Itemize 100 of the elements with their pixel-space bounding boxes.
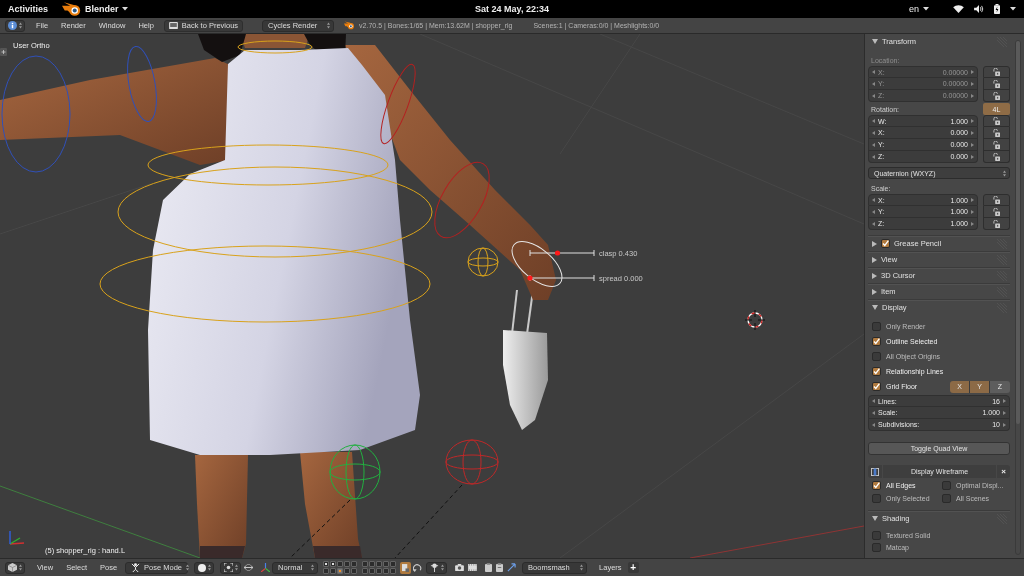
layer-toggle[interactable] (323, 568, 330, 574)
right-arrow-icon[interactable] (1003, 410, 1006, 415)
app-menu-button[interactable]: Blender (62, 1, 128, 17)
right-arrow-icon[interactable] (971, 119, 974, 123)
input-source-menu[interactable]: en (909, 4, 929, 14)
checkbox[interactable] (872, 367, 881, 376)
wifi-icon[interactable] (953, 5, 964, 13)
layer-toggle[interactable] (369, 561, 376, 567)
layer-toggle[interactable] (383, 561, 390, 567)
slider-track[interactable] (527, 274, 595, 282)
left-arrow-icon[interactable] (872, 119, 875, 123)
layer-toggle[interactable] (383, 568, 390, 574)
lock-button[interactable] (983, 115, 1010, 127)
left-arrow-icon[interactable] (872, 410, 875, 415)
right-arrow-icon[interactable] (1003, 399, 1006, 403)
right-arrow-icon[interactable] (971, 70, 974, 74)
checkbox[interactable] (872, 481, 881, 490)
lock-button[interactable] (983, 194, 1010, 206)
slider-track[interactable] (529, 249, 595, 257)
layer-toggle[interactable] (390, 561, 397, 567)
volume-icon[interactable] (974, 5, 984, 13)
paste-flipped-pose-button[interactable] (505, 561, 519, 574)
layer-toggle[interactable] (344, 568, 351, 574)
layer-toggle[interactable] (344, 561, 351, 567)
checkbox[interactable] (872, 382, 881, 391)
lock-button[interactable] (983, 151, 1010, 163)
editor-type-button[interactable] (5, 19, 25, 32)
lock-button[interactable] (983, 139, 1010, 151)
right-arrow-icon[interactable] (971, 93, 974, 98)
transform-axes-button[interactable] (259, 561, 273, 574)
manipulator-button[interactable] (242, 561, 256, 574)
lock-button[interactable] (983, 218, 1010, 230)
layer-toggle[interactable] (376, 561, 383, 567)
checkbox[interactable] (872, 530, 881, 540)
left-arrow-icon[interactable] (872, 130, 875, 135)
paste-pose-button[interactable] (494, 561, 506, 574)
right-arrow-icon[interactable] (971, 154, 974, 159)
right-arrow-icon[interactable] (971, 142, 974, 147)
checkbox[interactable] (872, 494, 881, 503)
layer-toggle[interactable] (351, 561, 358, 567)
render-image-button[interactable] (453, 561, 467, 574)
left-arrow-icon[interactable] (872, 154, 875, 159)
double-arrow-icon (244, 564, 254, 571)
layer-toggle[interactable] (330, 568, 337, 574)
right-arrow-icon[interactable] (971, 198, 974, 202)
editor-type-button[interactable] (5, 561, 25, 574)
checkbox[interactable] (881, 239, 890, 248)
left-arrow-icon[interactable] (872, 93, 875, 98)
activities-button[interactable]: Activities (8, 4, 49, 14)
layer-toggle[interactable] (362, 568, 369, 574)
render-animation-button[interactable] (466, 561, 480, 574)
layer-toggle[interactable] (337, 568, 344, 574)
right-arrow-icon[interactable] (971, 209, 974, 214)
checkbox[interactable] (942, 481, 951, 490)
wireframe-toggle-button[interactable] (868, 465, 882, 478)
left-arrow-icon[interactable] (872, 142, 875, 147)
right-arrow-icon[interactable] (971, 221, 974, 226)
clock[interactable]: Sat 24 May, 22:34 (475, 4, 549, 14)
checkbox[interactable] (872, 337, 881, 346)
left-arrow-icon[interactable] (872, 81, 875, 86)
checkbox[interactable] (872, 352, 881, 361)
lock-button[interactable] (983, 78, 1010, 90)
checkbox[interactable] (942, 494, 951, 503)
battery-icon[interactable] (994, 4, 1000, 14)
layer-toggle[interactable] (390, 568, 397, 574)
right-arrow-icon[interactable] (971, 81, 974, 86)
pivot-dropdown[interactable] (220, 561, 242, 574)
caret-down-icon[interactable] (1010, 7, 1016, 11)
left-arrow-icon[interactable] (872, 209, 875, 214)
left-arrow-icon[interactable] (872, 198, 875, 202)
layer-toggle[interactable] (330, 561, 337, 567)
plus-tab-icon[interactable] (0, 48, 7, 56)
lock-button[interactable] (983, 127, 1010, 139)
left-arrow-icon[interactable] (872, 70, 875, 74)
lock-button[interactable] (983, 66, 1010, 78)
add-layer-button[interactable]: + (627, 562, 639, 573)
layer-lock-button[interactable] (400, 561, 412, 574)
right-arrow-icon[interactable] (1003, 422, 1006, 427)
remove-button[interactable]: × (997, 465, 1010, 478)
checkbox[interactable] (872, 322, 881, 331)
lock-button[interactable] (983, 90, 1010, 102)
layer-toggle[interactable] (337, 561, 344, 567)
up-down-arrows-icon (580, 564, 584, 571)
left-arrow-icon[interactable] (872, 399, 875, 403)
layer-toggle[interactable] (323, 561, 330, 567)
layer-toggle[interactable] (351, 568, 358, 574)
slider-handle[interactable] (554, 250, 561, 256)
checkbox[interactable] (872, 542, 881, 552)
layer-toggle[interactable] (369, 568, 376, 574)
left-arrow-icon[interactable] (872, 422, 875, 427)
left-arrow-icon[interactable] (872, 221, 875, 226)
layer-toggle[interactable] (376, 568, 383, 574)
copy-pose-button[interactable] (483, 561, 495, 574)
snap-dropdown[interactable] (426, 561, 448, 574)
lock-button[interactable] (983, 206, 1010, 218)
shading-dropdown[interactable] (194, 561, 215, 574)
scrollbar[interactable] (1015, 40, 1021, 555)
right-arrow-icon[interactable] (971, 130, 974, 135)
layer-toggle[interactable] (362, 561, 369, 567)
slider-handle[interactable] (527, 275, 533, 281)
